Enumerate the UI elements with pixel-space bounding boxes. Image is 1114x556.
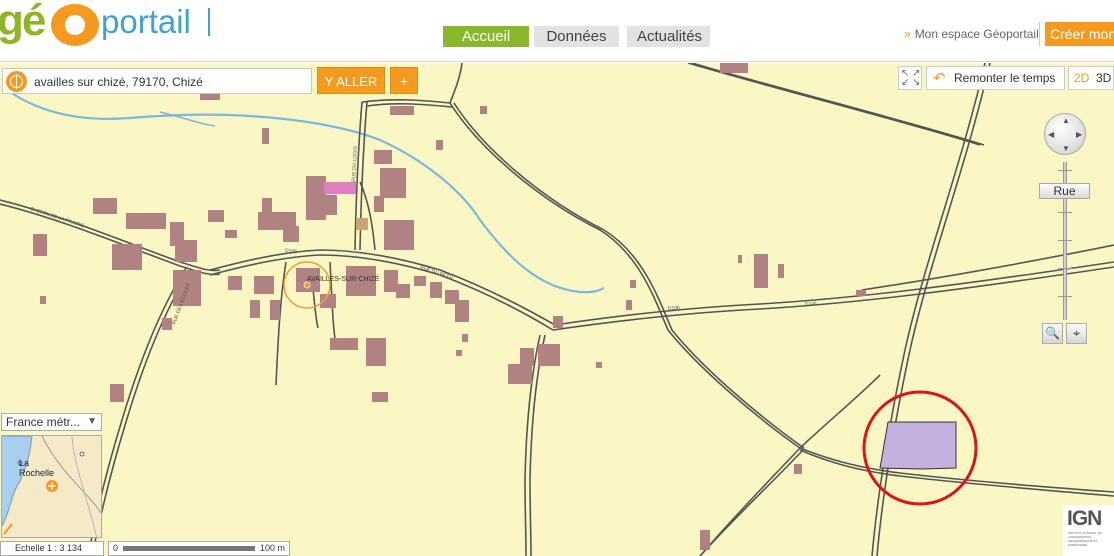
buildings [33, 63, 866, 550]
scale-bar-end: 100 m [260, 543, 286, 553]
nav-tab-donnees[interactable]: Données [534, 26, 619, 47]
expand-arrow-icon: ↘ [912, 77, 921, 88]
church-building [356, 218, 368, 230]
mon-espace-label: Mon espace Géoportail [914, 27, 1039, 41]
road-label-d106-b: D106 [668, 305, 681, 312]
highlighted-building [324, 182, 356, 194]
chevron-right-icon: » [904, 27, 911, 41]
minimap-layer [2, 436, 101, 537]
create-account-button[interactable]: Créer mon [1045, 22, 1114, 46]
minimap-city-label: La Rochelle [19, 458, 55, 478]
road-label-chemin: CHEMIN DE LA PRAIRIE [29, 206, 85, 229]
overview-minimap[interactable]: La Rochelle [1, 435, 102, 538]
place-name-label: AVAILLES-SUR-CHIZÉ [307, 274, 380, 283]
header: gé portail Accueil Données Actualités » M… [0, 0, 1114, 62]
nav-tab-accueil[interactable]: Accueil [443, 26, 529, 47]
pan-up-icon[interactable]: ▲ [1062, 116, 1070, 125]
scale-label: Echelle 1 : [15, 543, 58, 553]
more-options-button[interactable]: + [390, 67, 418, 94]
zoom-magnifier-icon[interactable]: 🔍 [1042, 323, 1063, 344]
scale-bar-start: 0 [113, 543, 119, 553]
pan-control[interactable]: ▲ ▼ ◀ ▶ [1044, 113, 1086, 155]
expand-arrow-icon: ↙ [901, 77, 910, 88]
roads [0, 63, 1114, 556]
header-divider [1039, 22, 1040, 46]
search-target-icon[interactable] [6, 71, 27, 92]
fullscreen-button[interactable]: ↖ ↗ ↙ ↘ [898, 66, 922, 90]
search-input[interactable] [34, 73, 304, 91]
go-button[interactable]: Y ALLER [317, 67, 385, 94]
chevron-down-icon: ▼ [87, 416, 97, 427]
ign-brand: IGN [1067, 507, 1102, 530]
logo-geo-text: gé [0, 0, 46, 45]
road-label-d106-c: D106 [805, 301, 818, 308]
map-canvas[interactable]: AVAILLES-SUR-CHIZÉ CHEMIN DE LA PRAIRIE … [0, 63, 1114, 556]
scale-ratio: Echelle 1 : 3 134 [0, 541, 104, 556]
pan-down-icon[interactable]: ▼ [1062, 144, 1070, 153]
pan-left-icon[interactable]: ◀ [1048, 130, 1054, 139]
scale-bar-graphic [123, 546, 255, 551]
road-label-d106-a: D106 [285, 248, 298, 255]
logo-bar [208, 8, 210, 36]
nav-tab-actualites[interactable]: Actualités [627, 26, 710, 47]
zoom-tick [1058, 170, 1072, 171]
logo-portail-text: portail [101, 3, 191, 40]
zoom-level-handle[interactable]: Rue [1039, 183, 1090, 199]
remonter-le-temps-button[interactable]: ↶ Remonter le temps [926, 66, 1065, 90]
zoom-tick [1058, 268, 1072, 269]
zoom-tick [1058, 212, 1072, 213]
undo-arrow-icon: ↶ [933, 70, 946, 87]
geoportail-logo[interactable]: gé portail [0, 0, 215, 50]
pan-right-icon[interactable]: ▶ [1076, 130, 1082, 139]
scale-value: 3 134 [59, 543, 83, 553]
map-layer: AVAILLES-SUR-CHIZÉ CHEMIN DE LA PRAIRIE … [0, 63, 1114, 556]
zoom-tick [1058, 240, 1072, 241]
zoom-tick [1058, 296, 1072, 297]
search-box [2, 68, 312, 94]
geoportail-app: gé portail Accueil Données Actualités » M… [0, 0, 1114, 556]
territory-select[interactable]: France métr... ▼ [1, 413, 102, 431]
ign-logo[interactable]: IGN INSTITUT NATIONAL DE L'INFORMATION G… [1063, 505, 1114, 556]
view-3d-button[interactable]: 3D [1096, 67, 1111, 89]
crosshair-icon[interactable]: ⌖ [1066, 323, 1087, 344]
logo-o-mark [51, 4, 99, 46]
view-mode-toggle: 2D 3D [1068, 66, 1114, 90]
selected-parcel [879, 421, 957, 470]
scale-bar: 0 100 m [108, 541, 290, 556]
remonter-label: Remonter le temps [954, 71, 1056, 85]
mon-espace-link[interactable]: » Mon espace Géoportail [904, 27, 1039, 41]
view-2d-button[interactable]: 2D [1074, 67, 1089, 89]
territory-selected-value: France métr... [6, 415, 81, 429]
ign-subtitle: INSTITUT NATIONAL DE L'INFORMATION GÉOGR… [1068, 531, 1102, 547]
